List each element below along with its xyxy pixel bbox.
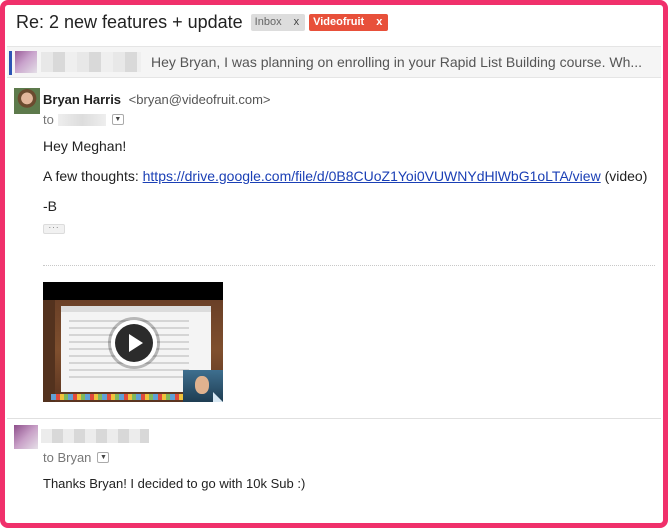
- link-suffix: (video): [600, 168, 648, 184]
- reply-message: to Bryan ▼ Thanks Bryan! I decided to go…: [7, 420, 661, 520]
- video-sidebar: [43, 300, 55, 402]
- thoughts-line: A few thoughts: https://drive.google.com…: [43, 168, 647, 184]
- webcam-face: [195, 376, 209, 394]
- reply-to-text: to Bryan: [43, 450, 92, 465]
- label-inbox[interactable]: Inbox x: [250, 13, 306, 31]
- unread-accent-bar: [9, 51, 12, 75]
- video-dock: [51, 394, 191, 400]
- reply-avatar-blurred[interactable]: [14, 425, 38, 449]
- recipient-details-dropdown-icon[interactable]: ▼: [111, 114, 124, 125]
- label-inbox-remove-icon[interactable]: x: [288, 16, 306, 28]
- recipient-line: to ▼: [43, 112, 124, 127]
- label-videofruit-text: Videofruit: [313, 16, 365, 28]
- message-divider: [7, 418, 661, 419]
- page-curl-icon: [213, 392, 223, 402]
- reply-details-dropdown-icon[interactable]: ▼: [97, 452, 110, 463]
- thread-subject: Re: 2 new features + update: [16, 11, 243, 32]
- drive-link[interactable]: https://drive.google.com/file/d/0B8CUoZ1…: [143, 168, 601, 184]
- to-prefix: to: [43, 112, 54, 127]
- label-videofruit[interactable]: Videofruit x: [309, 13, 389, 31]
- subject-row: Re: 2 new features + update Inbox x Vide…: [16, 9, 389, 35]
- signoff-text: -B: [43, 198, 57, 214]
- play-icon-circle: [115, 324, 153, 362]
- webcam-overlay: [183, 370, 223, 402]
- avatar[interactable]: [14, 88, 40, 114]
- thoughts-prefix: A few thoughts:: [43, 168, 143, 184]
- reply-recipient-line: to Bryan ▼: [43, 450, 110, 465]
- label-inbox-text: Inbox: [254, 16, 282, 28]
- sender-name-blurred: [41, 52, 141, 72]
- message-snippet: Hey Bryan, I was planning on enrolling i…: [151, 54, 643, 70]
- sender-email: <bryan@videofruit.com>: [128, 92, 271, 107]
- sender-line: Bryan Harris <bryan@videofruit.com>: [43, 92, 271, 107]
- label-videofruit-remove-icon[interactable]: x: [370, 16, 388, 28]
- attachment-divider: [43, 265, 655, 266]
- recipient-blurred: [57, 113, 106, 126]
- sender-name[interactable]: Bryan Harris: [43, 92, 121, 107]
- reply-sender-blurred: [41, 429, 149, 443]
- play-icon[interactable]: [111, 320, 157, 366]
- play-triangle-icon: [129, 334, 143, 352]
- collapsed-message[interactable]: Hey Bryan, I was planning on enrolling i…: [7, 46, 661, 78]
- sender-avatar-blurred: [15, 51, 37, 73]
- reply-body: Thanks Bryan! I decided to go with 10k S…: [43, 476, 306, 491]
- video-thumbnail[interactable]: [43, 282, 223, 402]
- show-trimmed-content-button[interactable]: ···: [43, 224, 65, 234]
- greeting-text: Hey Meghan!: [43, 138, 127, 154]
